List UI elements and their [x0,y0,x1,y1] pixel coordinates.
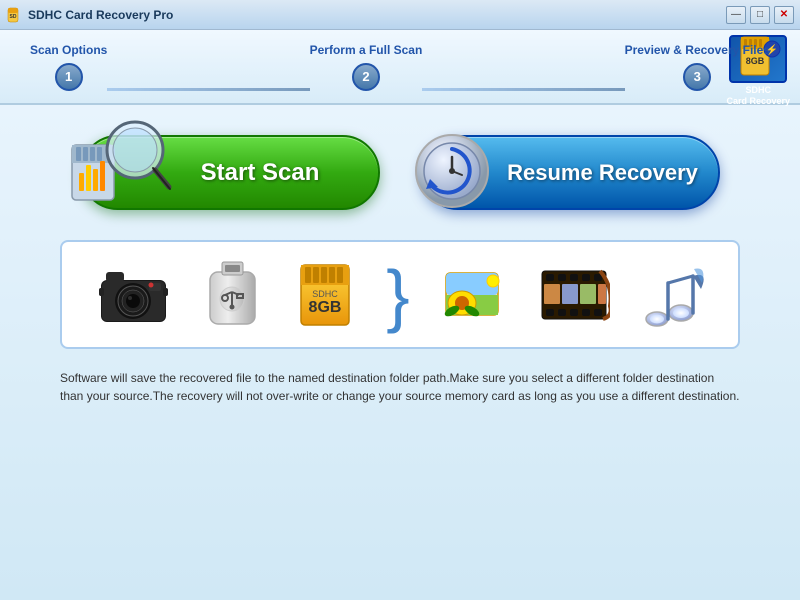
title-bar-buttons: — □ ✕ [726,6,794,24]
step-1: Scan Options 1 [30,43,107,91]
step-2-label: Perform a Full Scan [310,43,423,57]
brace-separator: } [386,260,409,330]
step-1-circle: 1 [55,63,83,91]
camera-icon-item [96,260,171,330]
start-scan-button[interactable]: Start Scan [80,135,380,210]
sd-card-icon-item: 8GB SDHC [293,257,358,332]
step-3-label: Preview & Recovery Files [625,43,770,57]
photo-icon [438,261,510,329]
line-1 [107,88,309,91]
step-1-label: Scan Options [30,43,107,57]
step-2-circle: 2 [352,63,380,91]
svg-text:SD: SD [10,14,17,20]
photo-icon-item [438,261,510,329]
resume-recovery-button[interactable]: Resume Recovery [420,135,720,210]
start-scan-label: Start Scan [201,159,320,187]
app-title: SDHC Card Recovery Pro [28,8,173,22]
title-bar-left: SD SDHC Card Recovery Pro [6,7,173,23]
buttons-row: Start Scan [50,135,750,210]
camera-icon [96,260,171,330]
step-3-circle: 3 [683,63,711,91]
steps-bar: Scan Options 1 Perform a Full Scan 2 Pre… [0,30,800,105]
step-3: Preview & Recovery Files 3 [625,43,770,91]
info-text: Software will save the recovered file to… [60,369,740,405]
minimize-button[interactable]: — [726,6,746,24]
music-icon [639,261,704,329]
svg-text:SDHC: SDHC [312,289,338,299]
title-bar: SD SDHC Card Recovery Pro — □ ✕ [0,0,800,30]
clock-recovery-icon [412,131,492,211]
usb-drive-icon [200,257,265,332]
line-2 [422,88,624,91]
magnifier-sdcard-icon [67,115,172,210]
maximize-button[interactable]: □ [750,6,770,24]
app-icon: SD [6,7,22,23]
svg-text:8GB: 8GB [308,299,341,316]
film-icon [538,261,610,329]
scan-icon [67,115,172,213]
steps-row: Scan Options 1 Perform a Full Scan 2 Pre… [30,43,770,91]
main-content: Start Scan [0,105,800,600]
close-button[interactable]: ✕ [774,6,794,24]
icon-box: 8GB SDHC } [60,240,740,349]
music-icon-item [639,261,704,329]
sd-card-icon: 8GB SDHC [293,257,358,332]
step-2: Perform a Full Scan 2 [310,43,423,91]
resume-icon [412,131,492,214]
film-icon-item [538,261,610,329]
resume-recovery-label: Resume Recovery [507,160,698,186]
usb-drive-icon-item [200,257,265,332]
